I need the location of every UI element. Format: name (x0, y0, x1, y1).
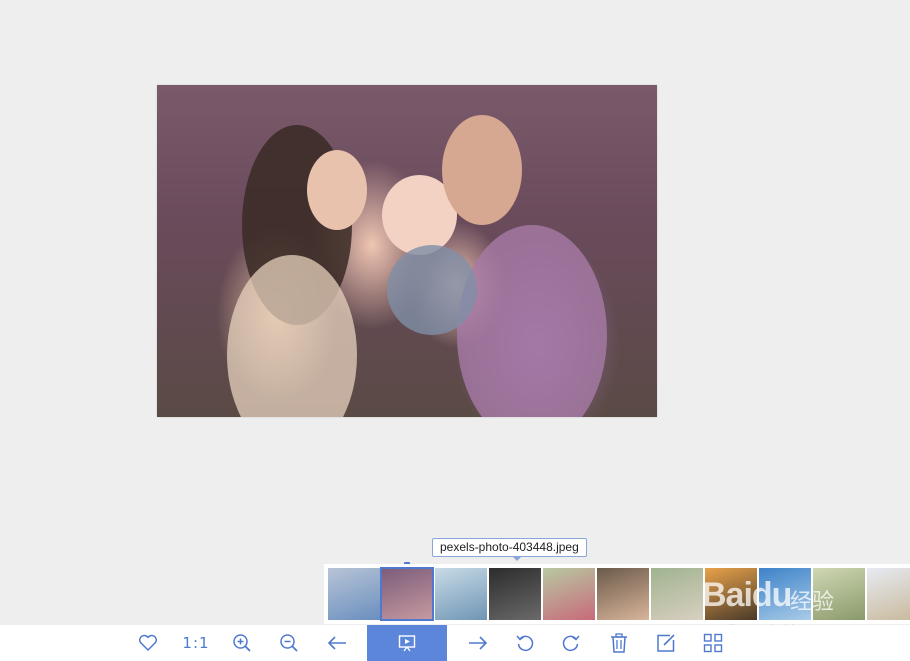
photo-figure-shirt (457, 225, 607, 417)
thumbnail[interactable] (705, 568, 757, 620)
actual-size-button[interactable]: 1:1 (180, 625, 212, 661)
arrow-left-icon (327, 636, 346, 650)
slideshow-button[interactable] (367, 625, 447, 661)
thumbnail[interactable] (435, 568, 487, 620)
thumbnail[interactable] (759, 568, 811, 620)
actual-size-label: 1:1 (182, 634, 210, 652)
trash-icon (611, 633, 627, 653)
rotate-left-icon (516, 635, 534, 652)
rotate-right-icon (562, 635, 580, 652)
tooltip-arrow (512, 556, 522, 561)
zoom-in-button[interactable] (229, 625, 255, 661)
thumbnail[interactable] (489, 568, 541, 620)
rotate-left-button[interactable] (512, 625, 538, 661)
thumbnail[interactable] (543, 568, 595, 620)
photo-figure-overalls (387, 245, 477, 335)
favorite-button[interactable] (134, 625, 162, 661)
photo-figure-face (307, 150, 367, 230)
rotate-right-button[interactable] (558, 625, 584, 661)
photo-figure-face2 (442, 115, 522, 225)
thumbnail-strip[interactable] (324, 564, 910, 624)
arrow-right-icon (469, 636, 488, 650)
filename-tooltip: pexels-photo-403448.jpeg (432, 538, 587, 557)
edit-button[interactable] (653, 625, 679, 661)
thumbnail[interactable] (597, 568, 649, 620)
slideshow-icon (398, 635, 416, 652)
previous-button[interactable] (324, 625, 350, 661)
zoom-out-icon (280, 634, 298, 652)
zoom-in-icon (233, 634, 251, 652)
grid-view-button[interactable] (700, 625, 726, 661)
grid-icon (703, 633, 723, 653)
zoom-out-button[interactable] (276, 625, 302, 661)
heart-icon (139, 634, 157, 651)
next-button[interactable] (465, 625, 491, 661)
thumbnail[interactable] (867, 568, 910, 620)
thumbnail[interactable] (328, 568, 380, 620)
thumbnail[interactable] (651, 568, 703, 620)
delete-button[interactable] (606, 625, 632, 661)
viewer-toolbar: 1:1 (0, 625, 910, 661)
main-photo (157, 85, 657, 417)
thumbnail-selected[interactable] (380, 567, 434, 621)
edit-icon (657, 634, 675, 652)
thumbnail[interactable] (813, 568, 865, 620)
